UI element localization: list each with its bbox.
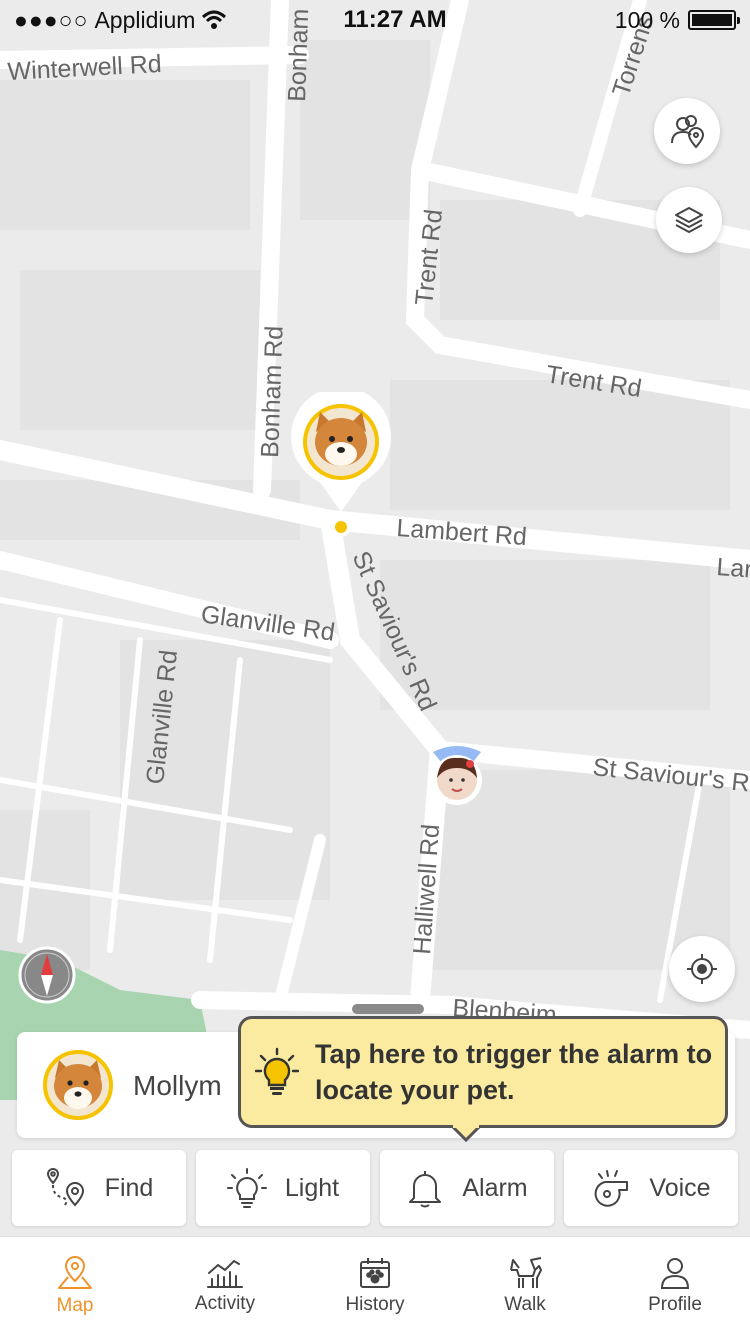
recenter-button[interactable] (669, 936, 735, 1002)
tab-bar: Map Activity History Walk Profile (0, 1236, 750, 1334)
find-button[interactable]: Find (12, 1150, 186, 1226)
bulb-icon (226, 1168, 267, 1208)
chart-icon (207, 1259, 243, 1288)
sheet-drag-handle[interactable] (352, 1004, 424, 1014)
wifi-icon (202, 10, 227, 29)
layers-icon (675, 207, 703, 233)
status-bar: ●●●○○ Applidium 11:27 AM 100 % (0, 0, 750, 40)
person-icon (660, 1257, 690, 1289)
lightbulb-icon (255, 1047, 299, 1095)
tab-label: Activity (194, 1292, 256, 1314)
bell-icon (409, 1171, 442, 1208)
street-label: Bonham Rd (256, 325, 289, 458)
carrier-label: Applidium (94, 6, 196, 33)
pet-avatar (43, 1050, 113, 1120)
voice-button[interactable]: Voice (564, 1150, 738, 1226)
alarm-tooltip[interactable]: Tap here to trigger the alarm to locate … (238, 1016, 728, 1142)
pet-name: Mollym (133, 1070, 222, 1101)
crosshair-icon (687, 954, 717, 984)
tab-activity[interactable]: Activity (150, 1237, 300, 1334)
pet-face (315, 412, 367, 466)
compass-icon[interactable] (18, 946, 76, 1004)
tab-history[interactable]: History (300, 1237, 450, 1334)
light-label: Light (284, 1173, 340, 1202)
tab-label: Profile (648, 1293, 702, 1315)
tab-label: Map (56, 1294, 94, 1316)
people-location-icon (671, 115, 705, 149)
light-button[interactable]: Light (196, 1150, 370, 1226)
tab-label: Walk (504, 1293, 546, 1315)
alarm-label: Alarm (462, 1173, 528, 1202)
find-label: Find (104, 1173, 154, 1202)
action-bar: Find Light Alarm Voice (12, 1150, 738, 1226)
signal-icon: ●●●○○ (14, 6, 89, 33)
tooltip-tail (451, 1125, 481, 1142)
tab-profile[interactable]: Profile (600, 1237, 750, 1334)
clock: 11:27 AM (343, 6, 447, 33)
battery-percent: 100 % (614, 6, 680, 33)
street-label: Lar (716, 553, 750, 583)
route-pin-icon (46, 1168, 84, 1207)
whistle-icon (595, 1170, 629, 1207)
people-location-button[interactable] (654, 98, 720, 164)
tooltip-text: Tap here to trigger the alarm to locate … (315, 1039, 713, 1105)
calendar-paw-icon (360, 1257, 390, 1288)
tab-label: History (345, 1293, 405, 1315)
dog-walk-icon (510, 1256, 542, 1288)
battery-icon (688, 10, 740, 30)
tab-walk[interactable]: Walk (450, 1237, 600, 1334)
tab-map[interactable]: Map (0, 1237, 150, 1334)
user-location-marker[interactable] (432, 755, 482, 805)
voice-label: Voice (649, 1173, 711, 1202)
pet-location-pin[interactable] (290, 392, 392, 540)
alarm-button[interactable]: Alarm (380, 1150, 554, 1226)
map-pin-icon (58, 1255, 92, 1289)
map-layers-button[interactable] (656, 187, 722, 253)
